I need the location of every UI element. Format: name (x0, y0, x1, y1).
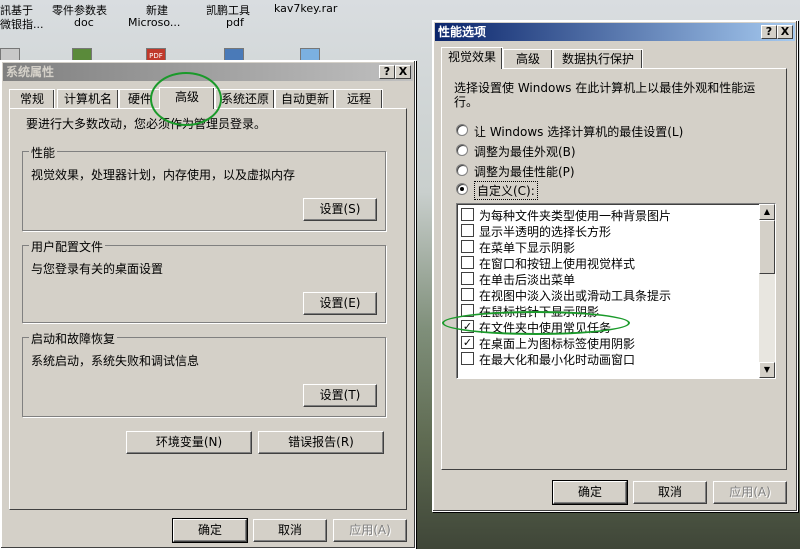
group-title: 用户配置文件 (29, 238, 106, 255)
effect-label: 在单击后淡出菜单 (479, 273, 576, 287)
tab-remote[interactable]: 远程 (335, 89, 383, 108)
performance-options-dialog: 性能选项 ? X 视觉效果 高级 数据执行保护 选择设置使 Windows 在此… (432, 20, 798, 512)
effect-label: 在桌面上为图标标签使用阴影 (479, 337, 636, 351)
apply-button[interactable]: 应用(A) (713, 481, 787, 504)
environment-variables-button[interactable]: 环境变量(N) (126, 431, 252, 454)
radio-label[interactable]: 调整为最佳性能(P) (474, 163, 575, 180)
effect-checkbox[interactable] (461, 352, 474, 365)
tab-advanced[interactable]: 高级 (159, 87, 215, 109)
help-button[interactable]: ? (761, 25, 777, 39)
title-bar[interactable]: 系统属性 ? X (3, 63, 413, 81)
effect-label: 在文件夹中使用常见任务 (479, 321, 612, 335)
scroll-down-button[interactable]: ▼ (759, 362, 775, 378)
effect-checkbox[interactable] (461, 288, 474, 301)
tab-system-restore[interactable]: 系统还原 (215, 89, 275, 108)
effect-checkbox[interactable]: ✓ (461, 320, 474, 333)
group-description: 系统启动，系统失败和调试信息 (31, 354, 200, 368)
close-button[interactable]: X (777, 25, 793, 39)
effect-checkbox[interactable] (461, 304, 474, 317)
tab-panel: 选择设置使 Windows 在此计算机上以最佳外观和性能运 行。 让 Windo… (441, 68, 787, 470)
ok-button[interactable]: 确定 (552, 480, 628, 505)
effect-label: 在窗口和按钮上使用视觉样式 (479, 257, 636, 271)
radio-best-performance[interactable] (456, 164, 468, 176)
scrollbar[interactable]: ▲ ▼ (759, 204, 775, 378)
close-button[interactable]: X (395, 65, 411, 79)
radio-label[interactable]: 自定义(C): (474, 181, 538, 200)
user-profile-group: 用户配置文件 与您登录有关的桌面设置 设置(E) (22, 238, 386, 323)
tab-dep[interactable]: 数据执行保护 (553, 49, 643, 68)
radio-custom[interactable] (456, 183, 468, 195)
desktop-label[interactable]: pdf (226, 16, 244, 29)
dialog-title: 系统属性 (6, 65, 55, 79)
scroll-thumb[interactable] (759, 220, 775, 274)
effect-label: 在菜单下显示阴影 (479, 241, 576, 255)
title-bar[interactable]: 性能选项 ? X (435, 23, 795, 41)
tab-hardware[interactable]: 硬件 (119, 89, 161, 108)
effect-label: 在鼠标指针下显示阴影 (479, 305, 600, 319)
performance-settings-button[interactable]: 设置(S) (303, 198, 377, 221)
radio-label[interactable]: 让 Windows 选择计算机的最佳设置(L) (474, 123, 683, 140)
effect-checkbox[interactable] (461, 240, 474, 253)
performance-group: 性能 视觉效果，处理器计划，内存使用，以及虚拟内存 设置(S) (22, 144, 386, 231)
system-properties-dialog: 系统属性 ? X 常规 计算机名 硬件 高级 系统还原 自动更新 远程 要进行大… (0, 60, 416, 549)
radio-best-appearance[interactable] (456, 144, 468, 156)
effect-checkbox[interactable] (461, 208, 474, 221)
radio-let-windows-choose[interactable] (456, 124, 468, 136)
intro-text: 行。 (454, 95, 479, 109)
radio-label[interactable]: 调整为最佳外观(B) (474, 143, 576, 160)
error-reporting-button[interactable]: 错误报告(R) (258, 431, 384, 454)
startup-settings-button[interactable]: 设置(T) (303, 384, 377, 407)
scroll-up-button[interactable]: ▲ (759, 204, 775, 220)
desktop-label[interactable]: kav7key.rar (274, 2, 337, 15)
desktop-label[interactable]: doc (74, 16, 94, 29)
effect-checkbox[interactable] (461, 224, 474, 237)
startup-recovery-group: 启动和故障恢复 系统启动，系统失败和调试信息 设置(T) (22, 330, 386, 417)
tab-panel: 要进行大多数改动，您必须作为管理员登录。 性能 视觉效果，处理器计划，内存使用，… (9, 108, 407, 510)
visual-effects-list: 为每种文件夹类型使用一种背景图片 显示半透明的选择长方形 在菜单下显示阴影在窗口和按… (456, 203, 776, 379)
tab-computer-name[interactable]: 计算机名 (57, 89, 119, 108)
group-title: 启动和故障恢复 (29, 330, 118, 347)
group-description: 与您登录有关的桌面设置 (31, 262, 164, 276)
group-description: 视觉效果，处理器计划，内存使用，以及虚拟内存 (31, 168, 296, 182)
effect-checkbox[interactable] (461, 256, 474, 269)
apply-button[interactable]: 应用(A) (333, 519, 407, 542)
group-title: 性能 (29, 144, 58, 161)
effect-checkbox[interactable] (461, 272, 474, 285)
tab-general[interactable]: 常规 (9, 89, 55, 108)
tab-advanced[interactable]: 高级 (503, 49, 553, 68)
tab-auto-update[interactable]: 自动更新 (275, 89, 335, 108)
tab-visual-effects[interactable]: 视觉效果 (441, 47, 503, 69)
help-button[interactable]: ? (379, 65, 395, 79)
effect-checkbox[interactable]: ✓ (461, 336, 474, 349)
cancel-button[interactable]: 取消 (633, 481, 707, 504)
ok-button[interactable]: 确定 (172, 518, 248, 543)
admin-note: 要进行大多数改动，您必须作为管理员登录。 (26, 117, 267, 131)
effect-label: 在视图中淡入淡出或滑动工具条提示 (479, 289, 672, 303)
desktop-label[interactable]: Microso... (128, 16, 180, 29)
effect-label: 显示半透明的选择长方形 (479, 225, 612, 239)
cancel-button[interactable]: 取消 (253, 519, 327, 542)
desktop-label[interactable]: 微银指... (0, 16, 44, 32)
effect-label: 为每种文件夹类型使用一种背景图片 (479, 209, 672, 223)
intro-text: 选择设置使 Windows 在此计算机上以最佳外观和性能运 (454, 81, 756, 95)
effect-label: 在最大化和最小化时动画窗口 (479, 353, 636, 367)
profile-settings-button[interactable]: 设置(E) (303, 292, 377, 315)
dialog-title: 性能选项 (438, 25, 487, 39)
